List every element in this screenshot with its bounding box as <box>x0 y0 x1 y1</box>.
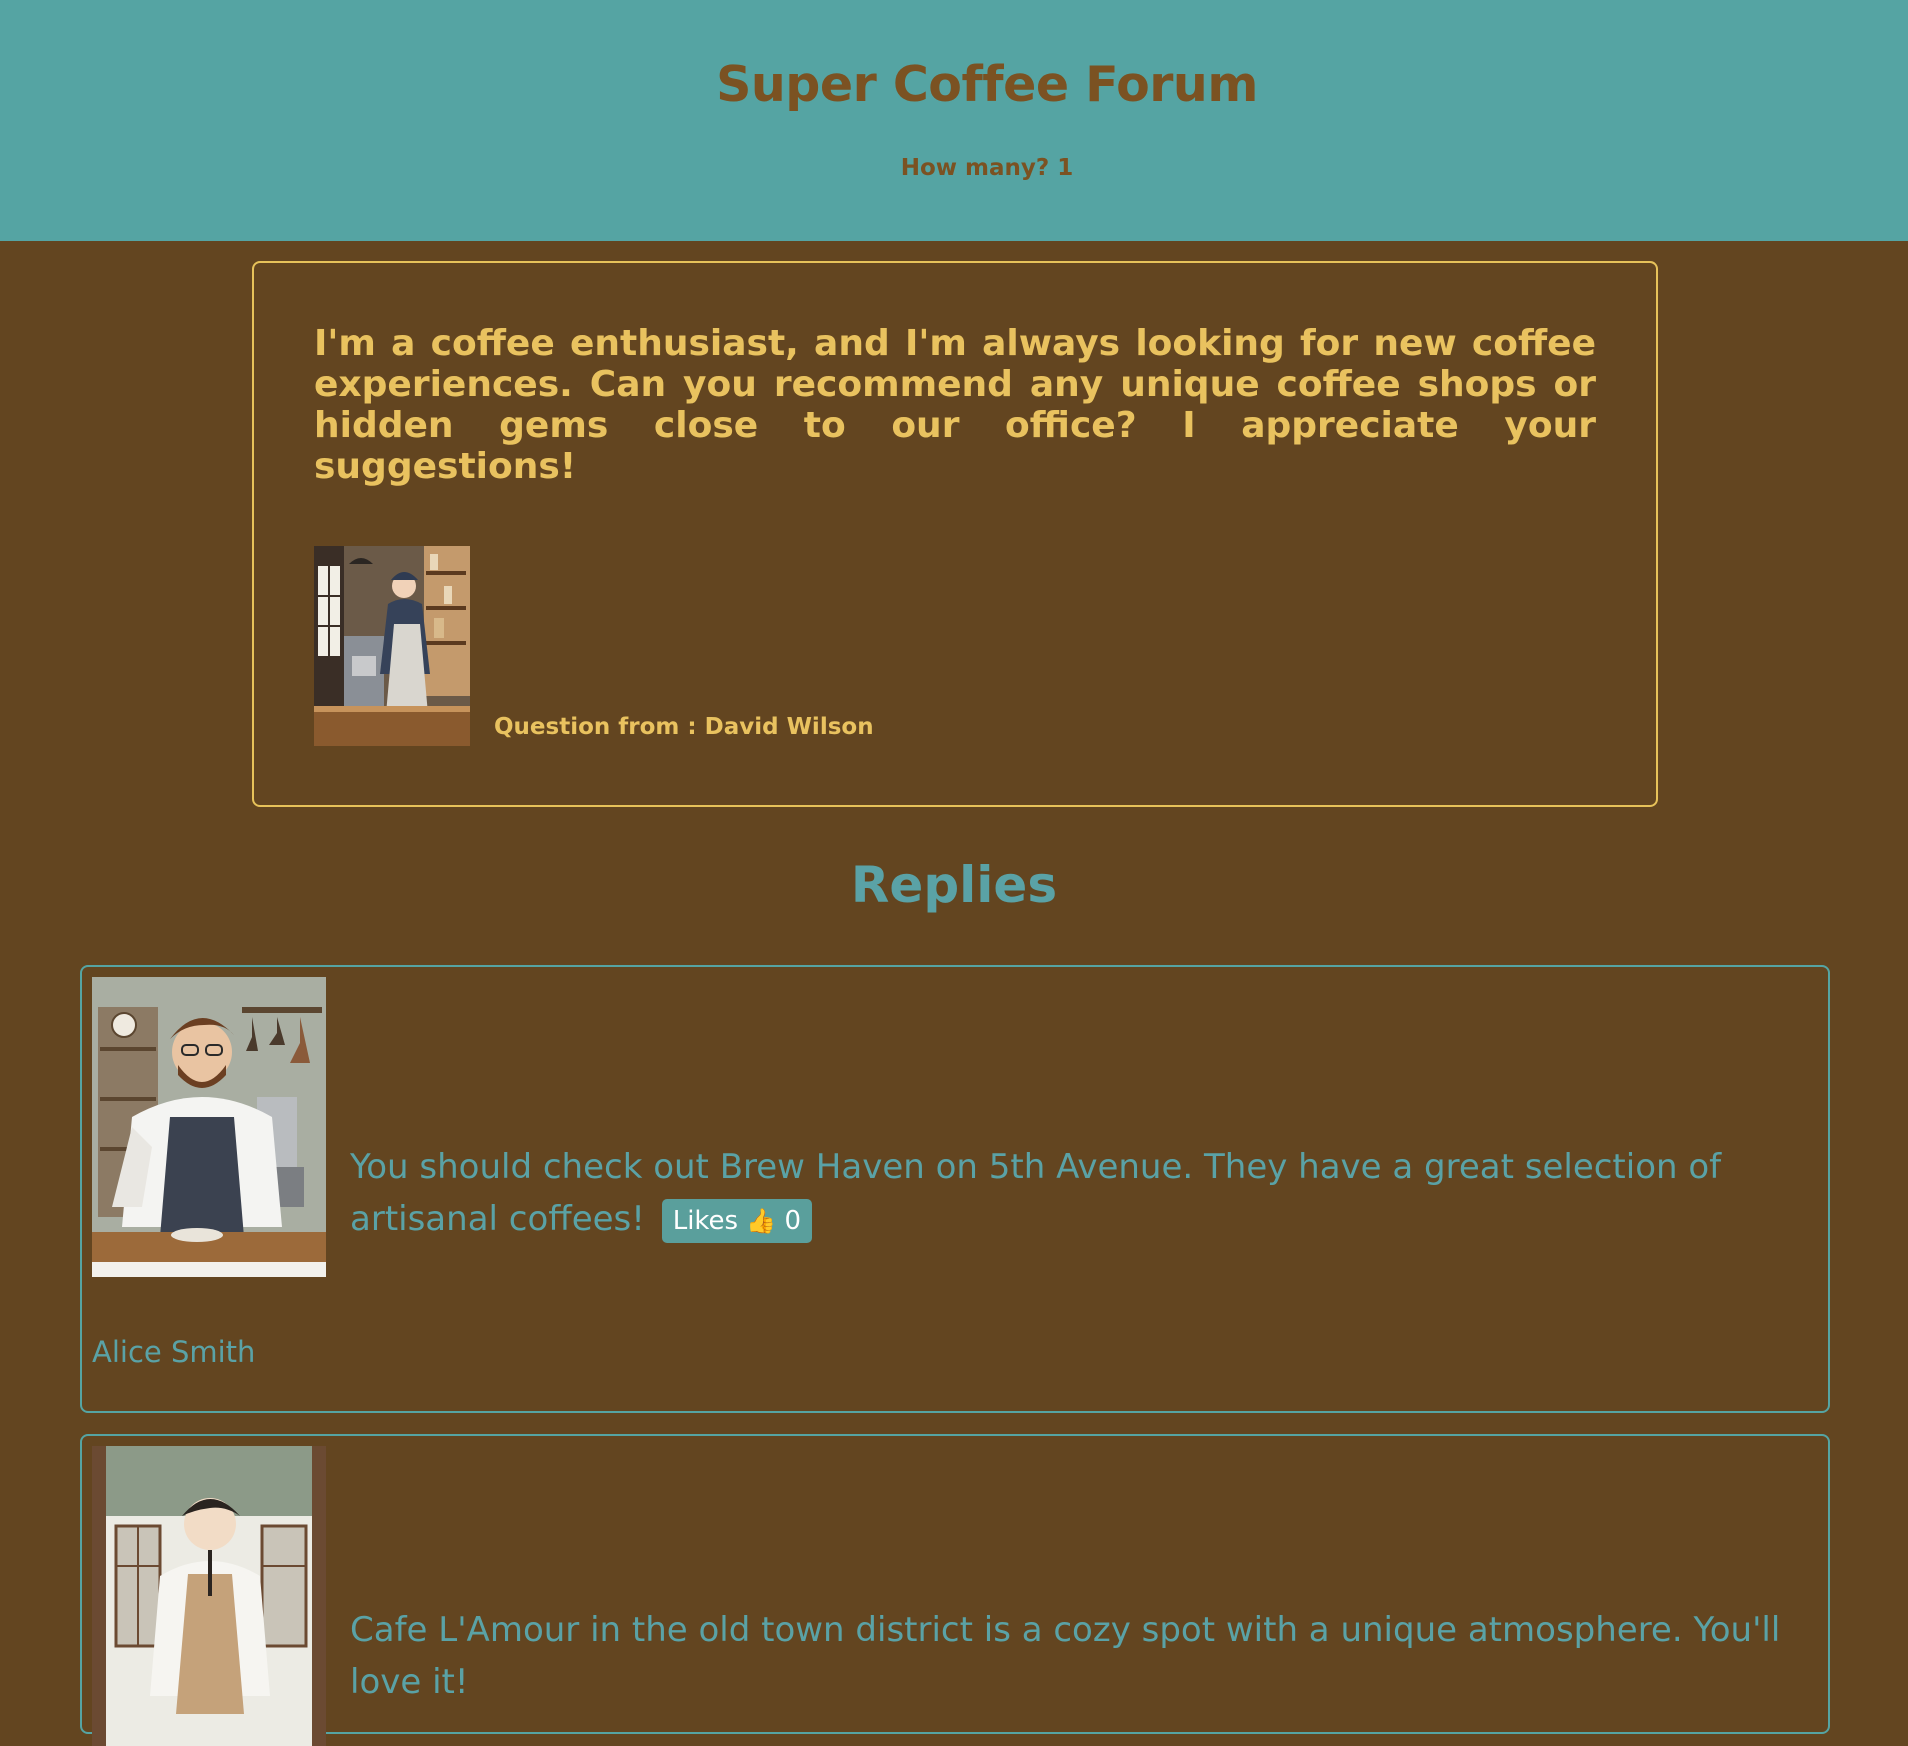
question-author: Question from : David Wilson <box>494 714 874 740</box>
thumbs-up-icon: 👍 <box>746 1206 777 1235</box>
asker-avatar <box>314 546 470 746</box>
site-header: Super Coffee Forum How many? 1 <box>0 0 1908 241</box>
reply-body: Cafe L'Amour in the old town district is… <box>350 1610 1781 1702</box>
reply-author: Alice Smith <box>92 1335 256 1369</box>
cafe-barista-illustration <box>92 1446 326 1746</box>
reply-body: You should check out Brew Haven on 5th A… <box>350 1147 1722 1239</box>
replies-heading: Replies <box>850 856 1058 914</box>
like-button[interactable]: Likes 👍 0 <box>661 1198 813 1243</box>
reply-avatar <box>92 977 326 1277</box>
barista-illustration <box>314 546 470 746</box>
question-text: I'm a coffee enthusiast, and I'm always … <box>314 323 1596 487</box>
reply-text: You should check out Brew Haven on 5th A… <box>350 1141 1800 1245</box>
reply-text: Cafe L'Amour in the old town district is… <box>350 1604 1800 1708</box>
reply-card: Cafe L'Amour in the old town district is… <box>80 1434 1830 1746</box>
reply-avatar <box>92 1446 326 1746</box>
site-title: Super Coffee Forum <box>716 56 1258 113</box>
like-count: 0 <box>784 1205 802 1236</box>
male-barista-illustration <box>92 977 326 1277</box>
like-label: Likes <box>672 1205 739 1236</box>
reply-card: You should check out Brew Haven on 5th A… <box>80 965 1830 1413</box>
question-card: I'm a coffee enthusiast, and I'm always … <box>252 261 1658 807</box>
question-count: How many? 1 <box>900 155 1074 181</box>
